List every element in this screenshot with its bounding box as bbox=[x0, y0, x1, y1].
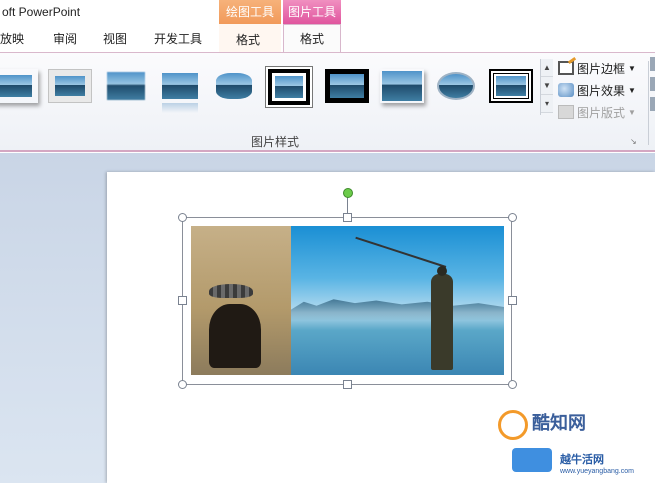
resize-handle-top[interactable] bbox=[343, 213, 352, 222]
dialog-launcher-icon[interactable]: ↘ bbox=[630, 137, 637, 146]
picture-style-preview bbox=[162, 73, 198, 99]
group-icon bbox=[650, 77, 655, 91]
resize-handle-bottom[interactable] bbox=[343, 380, 352, 389]
picture-style-reflection[interactable] bbox=[158, 69, 202, 113]
picture-style-simple[interactable] bbox=[0, 69, 38, 103]
picture-style-preview bbox=[496, 76, 526, 96]
resize-handle-top-left[interactable] bbox=[178, 213, 187, 222]
contextual-group-drawing-tools: 绘图工具 bbox=[219, 0, 281, 24]
resize-handle-top-right[interactable] bbox=[508, 213, 517, 222]
picture-style-preview bbox=[55, 76, 85, 96]
rotate-handle[interactable] bbox=[343, 188, 353, 198]
resize-handle-left[interactable] bbox=[178, 296, 187, 305]
picture-style-preview bbox=[275, 76, 303, 98]
photo-standing-fisherman bbox=[431, 266, 453, 370]
picture-style-preview bbox=[216, 73, 252, 99]
next-group-icons bbox=[650, 57, 655, 127]
photo-right-panel bbox=[291, 226, 504, 375]
picture-style-preview bbox=[382, 71, 422, 101]
gallery-up-icon[interactable]: ▲ bbox=[541, 59, 553, 77]
picture-layout-label: 图片版式 bbox=[577, 105, 626, 120]
picture-style-preview bbox=[0, 75, 32, 97]
picture-effects-button[interactable]: 图片效果 ▼ bbox=[558, 79, 653, 101]
chevron-down-icon: ▼ bbox=[628, 85, 636, 95]
picture-layout-icon bbox=[558, 105, 574, 119]
app-title: oft PowerPoint bbox=[2, 5, 81, 19]
tab-developer[interactable]: 开发工具 bbox=[154, 30, 202, 47]
contextual-group-picture-tools: 图片工具 bbox=[283, 0, 341, 24]
tab-slide-show[interactable]: 放映 bbox=[0, 30, 24, 47]
gallery-down-icon[interactable]: ▼ bbox=[541, 77, 553, 95]
picture-commands: 图片边框 ▼ 图片效果 ▼ 图片版式 ▼ bbox=[558, 57, 653, 123]
tab-drawing-format[interactable]: 格式 bbox=[236, 31, 260, 48]
group-label-picture-styles: 图片样式 bbox=[250, 135, 299, 149]
tab-view[interactable]: 视图 bbox=[103, 30, 127, 47]
watermark-url: www.yueyangbang.com bbox=[560, 468, 634, 475]
picture-style-shadow-rect[interactable] bbox=[48, 69, 92, 103]
watermark-text: 酷知网 bbox=[532, 413, 586, 433]
picture-style-black-frame[interactable] bbox=[325, 69, 369, 103]
tab-picture-format[interactable]: 格式 bbox=[283, 24, 341, 53]
resize-handle-bottom-left[interactable] bbox=[178, 380, 187, 389]
picture-style-oval[interactable] bbox=[434, 69, 478, 103]
group-separator bbox=[648, 61, 649, 145]
gallery-more-icon[interactable]: ▾ bbox=[541, 95, 553, 113]
picture-style-preview bbox=[437, 72, 475, 100]
picture-style-preview bbox=[330, 74, 364, 98]
resize-handle-bottom-right[interactable] bbox=[508, 380, 517, 389]
watermark-subtext: 越牛活网 bbox=[560, 454, 604, 466]
fishing-picture[interactable] bbox=[191, 226, 504, 375]
chevron-down-icon: ▼ bbox=[628, 63, 636, 73]
picture-border-label: 图片边框 bbox=[577, 61, 626, 76]
picture-style-preview bbox=[107, 72, 145, 100]
picture-style-soft-edge[interactable] bbox=[104, 69, 148, 103]
picture-effects-icon bbox=[558, 83, 574, 97]
picture-styles-gallery bbox=[0, 59, 540, 119]
picture-style-thick-black[interactable] bbox=[268, 69, 310, 105]
picture-border-icon bbox=[558, 61, 574, 75]
photo-sitting-fisherman bbox=[209, 304, 261, 368]
gallery-scroll: ▲ ▼ ▾ bbox=[540, 59, 553, 115]
picture-layout-button[interactable]: 图片版式 ▼ bbox=[558, 101, 653, 123]
group-icon bbox=[650, 97, 655, 111]
group-icon bbox=[650, 57, 655, 71]
watermark-logo bbox=[498, 410, 528, 440]
resize-handle-right[interactable] bbox=[508, 296, 517, 305]
photo-straw-hat bbox=[209, 284, 253, 298]
watermark-icon bbox=[512, 448, 552, 472]
picture-effects-label: 图片效果 bbox=[577, 83, 626, 98]
ribbon-picture-styles: ▲ ▼ ▾ 图片边框 ▼ 图片效果 ▼ 图片版式 ▼ 图片样式 ↘ bbox=[0, 52, 655, 152]
picture-style-drop-shadow[interactable] bbox=[380, 69, 424, 103]
chevron-down-icon: ▼ bbox=[628, 107, 636, 117]
tab-review[interactable]: 审阅 bbox=[53, 30, 77, 47]
picture-border-button[interactable]: 图片边框 ▼ bbox=[558, 57, 653, 79]
picture-style-double-frame[interactable] bbox=[489, 69, 533, 103]
picture-style-soft-oval[interactable] bbox=[212, 69, 256, 103]
